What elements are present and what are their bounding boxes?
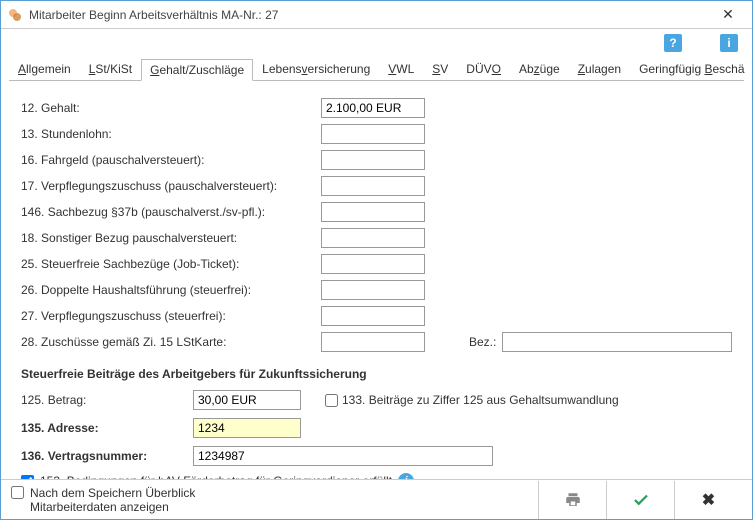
- input-haushalt[interactable]: [321, 280, 425, 300]
- ok-button[interactable]: [606, 481, 674, 519]
- tabstrip: Allgemein LSt/KiSt Gehalt/Zuschläge Lebe…: [9, 57, 744, 81]
- tab-abzuege[interactable]: Abzüge: [510, 58, 569, 79]
- label-verpflegung-steuerfrei: 27. Verpflegungszuschuss (steuerfrei):: [21, 309, 321, 323]
- input-jobticket[interactable]: [321, 254, 425, 274]
- printer-icon: [564, 491, 582, 509]
- tab-content: 12. Gehalt: 13. Stundenlohn: 16. Fahrgel…: [1, 81, 752, 497]
- label-133: 133. Beiträge zu Ziffer 125 aus Gehaltsu…: [342, 393, 619, 407]
- input-bez[interactable]: [502, 332, 732, 352]
- input-adresse[interactable]: [193, 418, 301, 438]
- tab-lebensversicherung[interactable]: Lebensversicherung: [253, 58, 379, 79]
- tab-sv[interactable]: SV: [423, 58, 457, 79]
- info-icon[interactable]: i: [720, 34, 738, 52]
- label-gehalt: 12. Gehalt:: [21, 101, 321, 115]
- input-verpflegung-pauschal[interactable]: [321, 176, 425, 196]
- input-gehalt[interactable]: [321, 98, 425, 118]
- input-betrag[interactable]: [193, 390, 301, 410]
- input-sonstiger-bezug[interactable]: [321, 228, 425, 248]
- help-icon[interactable]: ?: [664, 34, 682, 52]
- tab-geringfuegig[interactable]: Geringfügig Beschä: [630, 58, 753, 79]
- input-verpflegung-steuerfrei[interactable]: [321, 306, 425, 326]
- label-save-overview: Nach dem Speichern Überblick Mitarbeiter…: [30, 486, 250, 514]
- app-icon: [7, 7, 23, 23]
- input-zuschuesse-15[interactable]: [321, 332, 425, 352]
- label-sonstiger-bezug: 18. Sonstiger Bezug pauschalversteuert:: [21, 231, 321, 245]
- label-vertragsnummer: 136. Vertragsnummer:: [21, 449, 193, 463]
- print-button[interactable]: [538, 481, 606, 519]
- label-bez: Bez.:: [469, 335, 496, 349]
- tab-vwl[interactable]: VWL: [379, 58, 423, 79]
- section-header: Steuerfreie Beiträge des Arbeitgebers fü…: [21, 367, 732, 381]
- tab-zulagen[interactable]: Zulagen: [569, 58, 630, 79]
- label-zuschuesse-15: 28. Zuschüsse gemäß Zi. 15 LStKarte:: [21, 335, 321, 349]
- label-verpflegung-pauschal: 17. Verpflegungszuschuss (pauschalverste…: [21, 179, 321, 193]
- tab-lstkit[interactable]: LSt/KiSt: [80, 58, 141, 79]
- help-row: ? i: [1, 29, 752, 57]
- close-icon: ✖: [702, 490, 715, 510]
- check-icon: [632, 491, 650, 509]
- label-jobticket: 25. Steuerfreie Sachbezüge (Job-Ticket):: [21, 257, 321, 271]
- input-sachbezug-37b[interactable]: [321, 202, 425, 222]
- cancel-button[interactable]: ✖: [674, 481, 742, 519]
- label-haushalt: 26. Doppelte Haushaltsführung (steuerfre…: [21, 283, 321, 297]
- input-fahrgeld[interactable]: [321, 150, 425, 170]
- label-betrag: 125. Betrag:: [21, 393, 193, 407]
- tab-gehalt[interactable]: Gehalt/Zuschläge: [141, 59, 253, 81]
- label-stundenlohn: 13. Stundenlohn:: [21, 127, 321, 141]
- tab-allgemein[interactable]: Allgemein: [9, 58, 80, 79]
- window-title: Mitarbeiter Beginn Arbeitsverhältnis MA-…: [29, 8, 710, 22]
- checkbox-save-overview[interactable]: [11, 486, 24, 499]
- titlebar: Mitarbeiter Beginn Arbeitsverhältnis MA-…: [1, 1, 752, 29]
- label-sachbezug-37b: 146. Sachbezug §37b (pauschalverst./sv-p…: [21, 205, 321, 219]
- input-vertragsnummer[interactable]: [193, 446, 493, 466]
- footer: Nach dem Speichern Überblick Mitarbeiter…: [1, 479, 752, 519]
- close-button[interactable]: ✕: [710, 3, 746, 27]
- checkbox-133[interactable]: [325, 394, 338, 407]
- tab-duevo[interactable]: DÜVO: [457, 58, 510, 79]
- label-fahrgeld: 16. Fahrgeld (pauschalversteuert):: [21, 153, 321, 167]
- label-adresse: 135. Adresse:: [21, 421, 193, 435]
- input-stundenlohn[interactable]: [321, 124, 425, 144]
